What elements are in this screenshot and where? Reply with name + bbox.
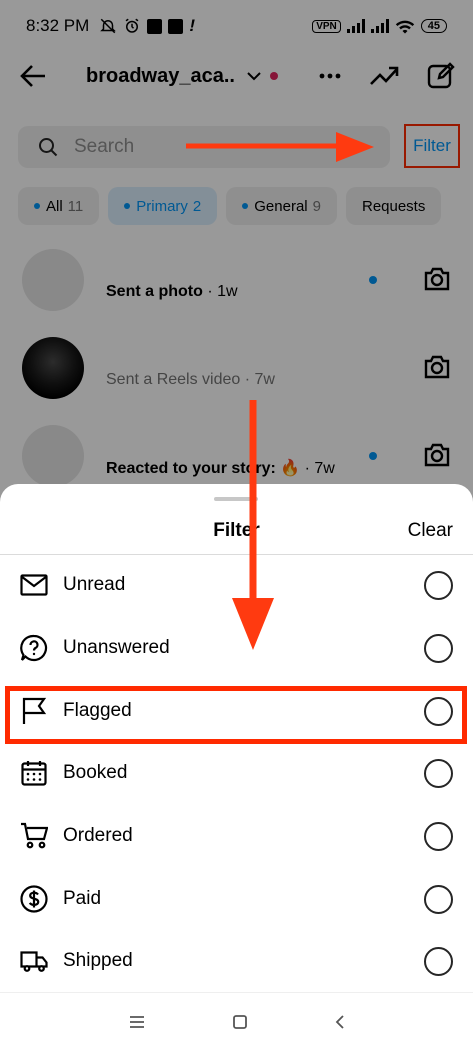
clear-button[interactable]: Clear bbox=[408, 520, 453, 542]
home-icon[interactable] bbox=[232, 1014, 247, 1029]
option-radio[interactable] bbox=[424, 570, 453, 600]
option-label: Unread bbox=[63, 574, 126, 595]
annotation-highlight-box bbox=[5, 686, 467, 744]
dollar-icon bbox=[20, 885, 48, 913]
filter-option-booked[interactable]: Booked bbox=[0, 742, 473, 804]
option-label: Shipped bbox=[63, 950, 133, 971]
option-label: Unanswered bbox=[63, 637, 170, 658]
option-label: Booked bbox=[63, 762, 128, 783]
option-radio[interactable] bbox=[424, 633, 453, 663]
menu-icon[interactable] bbox=[129, 1015, 145, 1029]
annotation-arrow-icon bbox=[186, 132, 374, 162]
truck-icon bbox=[20, 947, 48, 975]
cart-icon bbox=[20, 822, 48, 850]
system-nav-bar bbox=[0, 992, 473, 1050]
question-bubble-icon bbox=[20, 634, 48, 662]
annotation-arrow-icon bbox=[232, 400, 274, 650]
filter-option-paid[interactable]: Paid bbox=[0, 868, 473, 930]
back-icon[interactable] bbox=[335, 1014, 345, 1029]
calendar-icon bbox=[20, 759, 48, 787]
option-radio[interactable] bbox=[424, 946, 453, 976]
filter-option-shipped[interactable]: Shipped bbox=[0, 930, 473, 992]
option-radio[interactable] bbox=[424, 758, 453, 788]
option-radio[interactable] bbox=[424, 884, 453, 914]
option-radio[interactable] bbox=[424, 821, 453, 851]
envelope-icon bbox=[20, 571, 48, 599]
filter-option-ordered[interactable]: Ordered bbox=[0, 805, 473, 867]
option-label: Ordered bbox=[63, 825, 133, 846]
option-label: Paid bbox=[63, 888, 102, 909]
